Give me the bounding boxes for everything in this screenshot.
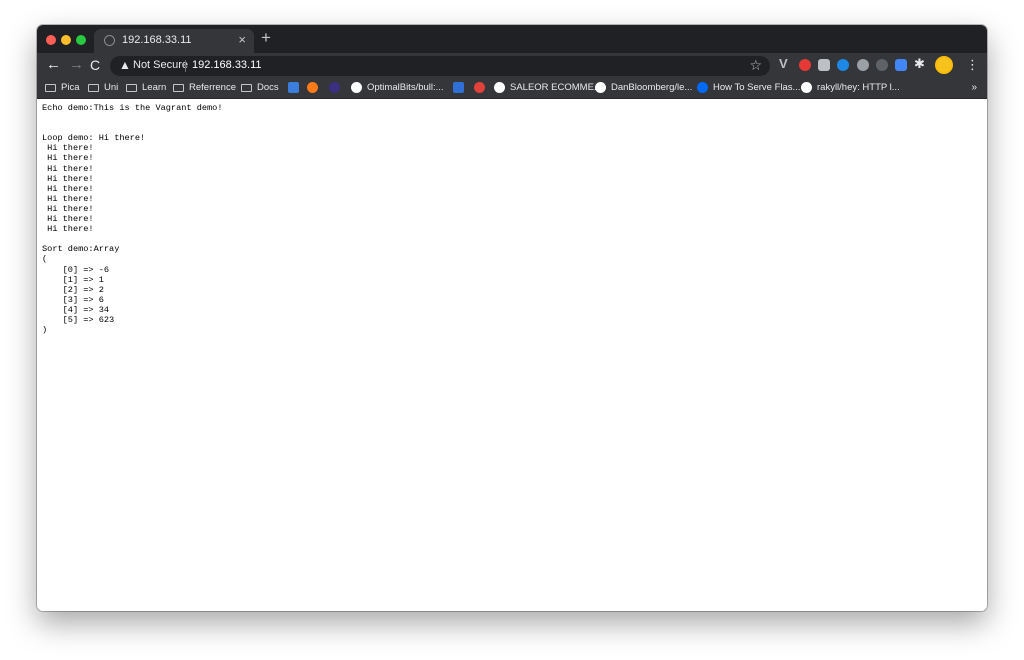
sort-item: [5] => 623 xyxy=(42,314,115,325)
bookmark-icon-blue[interactable] xyxy=(288,82,304,93)
github-icon xyxy=(595,82,606,93)
maximize-window-button[interactable] xyxy=(76,35,86,45)
bookmark-referrence[interactable]: Referrence xyxy=(173,82,236,93)
bookmark-pica[interactable]: Pica xyxy=(45,82,79,93)
back-icon[interactable]: ← xyxy=(46,56,61,73)
extension-red-icon[interactable] xyxy=(799,59,811,71)
tab-active[interactable]: 192.168.33.11 × xyxy=(94,29,254,53)
extension-blue-icon[interactable] xyxy=(895,59,907,71)
bookmark-star-icon[interactable]: ☆ xyxy=(749,57,762,74)
loop-line: Hi there! xyxy=(42,173,94,184)
bookmark-icon-red[interactable] xyxy=(474,82,490,93)
bookmark-rakyll-hey[interactable]: rakyll/hey: HTTP l... xyxy=(801,82,900,93)
bookmark-purple-icon xyxy=(329,82,340,93)
address-bar[interactable]: ▲ Not Secure 192.168.33.11 ☆ xyxy=(110,56,770,76)
bookmark-icon-firefox[interactable] xyxy=(307,82,323,93)
tab-title: 192.168.33.11 xyxy=(122,34,192,46)
extensions-puzzle-icon[interactable]: ✱ xyxy=(914,56,926,71)
github-icon xyxy=(494,82,505,93)
browser-toolbar: ← → C ▲ Not Secure 192.168.33.11 ☆ V ✱ ⋮ xyxy=(37,53,987,79)
echo-line: Echo demo:This is the Vagrant demo! xyxy=(42,103,223,113)
folder-icon xyxy=(126,83,137,92)
loop-line: Hi there! xyxy=(42,203,94,214)
bookmark-icon-drive[interactable] xyxy=(453,82,469,93)
close-window-button[interactable] xyxy=(46,35,56,45)
profile-avatar[interactable] xyxy=(935,56,953,74)
security-label[interactable]: Not Secure xyxy=(133,59,188,71)
sort-item: [1] => 1 xyxy=(42,274,104,285)
browser-window: 192.168.33.11 × + ← → C ▲ Not Secure 192… xyxy=(37,25,987,611)
bookmark-blue-icon xyxy=(288,82,299,93)
bookmarks-overflow-icon[interactable]: » xyxy=(971,82,977,93)
bookmark-learn[interactable]: Learn xyxy=(126,82,166,93)
folder-icon xyxy=(88,83,99,92)
bookmark-optimalbits[interactable]: OptimalBits/bull:... xyxy=(351,82,444,93)
vim-extension-icon[interactable]: V xyxy=(779,56,791,71)
github-icon xyxy=(351,82,362,93)
warning-icon[interactable]: ▲ xyxy=(119,58,131,72)
bookmark-drive-icon xyxy=(453,82,464,93)
bookmark-icon-purple[interactable] xyxy=(329,82,345,93)
loop-line: Hi there! xyxy=(42,214,94,225)
url-input[interactable]: 192.168.33.11 xyxy=(192,59,262,71)
bookmark-docs[interactable]: Docs xyxy=(241,82,279,93)
sort-header: Sort demo:Array xyxy=(42,244,120,255)
extension-camera-icon[interactable] xyxy=(818,59,830,71)
tab-close-icon[interactable]: × xyxy=(238,32,246,47)
menu-icon[interactable]: ⋮ xyxy=(966,57,979,73)
bookmark-uni[interactable]: Uni xyxy=(88,82,118,93)
extension-password-icon[interactable] xyxy=(837,59,849,71)
globe-icon xyxy=(104,35,115,46)
digitalocean-icon xyxy=(697,82,708,93)
folder-icon xyxy=(45,83,56,92)
close-paren: ) xyxy=(42,325,48,336)
folder-icon xyxy=(241,83,252,92)
bookmark-serve-flask[interactable]: How To Serve Flas... xyxy=(697,82,800,93)
loop-header: Loop demo: Hi there! xyxy=(42,133,146,144)
loop-line: Hi there! xyxy=(42,183,94,194)
minimize-window-button[interactable] xyxy=(61,35,71,45)
loop-line: Hi there! xyxy=(42,193,94,204)
bookmark-red-icon xyxy=(474,82,485,93)
loop-line: Hi there! xyxy=(42,224,94,235)
folder-icon xyxy=(173,83,184,92)
loop-line: Hi there! xyxy=(42,153,94,164)
omnibox-divider xyxy=(185,60,186,72)
sort-item: [3] => 6 xyxy=(42,294,104,305)
bookmark-saleor[interactable]: SALEOR ECOMME... xyxy=(494,82,602,93)
github-icon xyxy=(801,82,812,93)
bookmarks-bar: Pica Uni Learn Referrence Docs OptimalBi… xyxy=(37,79,987,99)
open-paren: ( xyxy=(42,254,48,265)
tab-strip: 192.168.33.11 × + xyxy=(37,25,987,53)
php-output: Echo demo:This is the Vagrant demo! Loop… xyxy=(42,103,223,335)
loop-line: Hi there! xyxy=(42,163,94,174)
sort-item: [4] => 34 xyxy=(42,304,110,315)
reload-icon[interactable]: C xyxy=(90,57,100,73)
loop-line: Hi there! xyxy=(42,143,94,154)
bookmark-danbloomberg[interactable]: DanBloomberg/le... xyxy=(595,82,692,93)
sort-item: [0] => -6 xyxy=(42,264,110,275)
extension-gray-icon[interactable] xyxy=(857,59,869,71)
page-content: Echo demo:This is the Vagrant demo! Loop… xyxy=(37,100,987,611)
sort-item: [2] => 2 xyxy=(42,284,104,295)
firefox-icon xyxy=(307,82,318,93)
new-tab-button[interactable]: + xyxy=(261,28,271,48)
extension-gear-icon[interactable] xyxy=(876,59,888,71)
forward-icon[interactable]: → xyxy=(69,56,84,73)
